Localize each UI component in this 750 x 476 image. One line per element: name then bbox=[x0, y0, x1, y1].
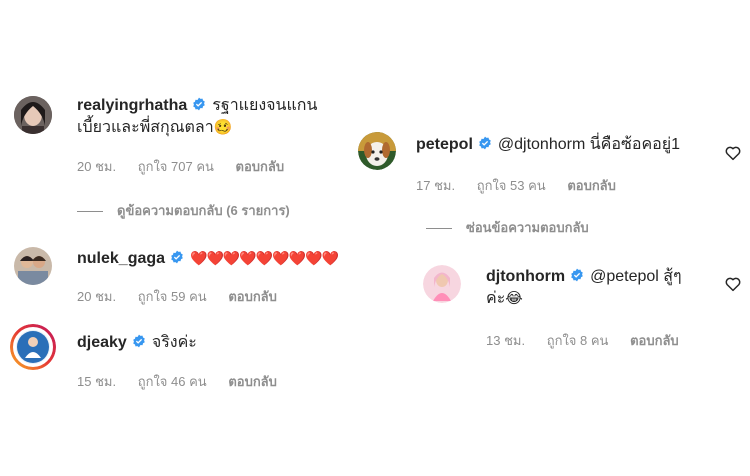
left-comment-panel: realyingrhatha รฐาแยงจนแกน เบี้ยวและพี่สก… bbox=[0, 70, 392, 410]
reply-djtonhorm: djtonhorm @petepol สู้ๆ ค่ะ😂 13 ชม. ถูกใจ… bbox=[338, 255, 750, 350]
reply-button[interactable]: ตอบกลับ bbox=[228, 374, 277, 389]
comment-text-line1: รฐาแยงจนแกน bbox=[212, 97, 318, 114]
comment-meta: 17 ชม. ถูกใจ 53 คน ตอบกลับ bbox=[416, 175, 634, 196]
timestamp: 20 ชม. bbox=[77, 159, 117, 174]
avatar-photo bbox=[423, 265, 461, 303]
likes-count[interactable]: ถูกใจ 59 คน bbox=[138, 289, 207, 304]
avatar-photo bbox=[358, 132, 396, 170]
avatar[interactable] bbox=[14, 247, 52, 285]
avatar-photo bbox=[14, 96, 52, 134]
avatar[interactable] bbox=[10, 324, 56, 370]
emoji: 🥴 bbox=[213, 119, 233, 136]
timestamp: 20 ชม. bbox=[77, 289, 117, 304]
comment-text: นี่คือซ้อคอยู่1 bbox=[589, 136, 681, 153]
likes-count[interactable]: ถูกใจ 8 คน bbox=[547, 333, 609, 348]
timestamp: 15 ชม. bbox=[77, 374, 117, 389]
comment-djeaky: djeaky จริงค่ะ 15 ชม. ถูกใจ 46 คน ตอบกลับ bbox=[0, 318, 392, 398]
timestamp: 13 ชม. bbox=[486, 333, 526, 348]
comment-realyingrhatha: realyingrhatha รฐาแยงจนแกน เบี้ยวและพี่สก… bbox=[0, 70, 392, 190]
view-replies-label: ดูข้อความตอบกลับ (6 รายการ) bbox=[117, 203, 290, 218]
comment-text-line2: เบี้ยวและพี่สกุณตลา bbox=[77, 119, 214, 136]
emoji: 😂 bbox=[505, 290, 523, 307]
comment-petepol: petepol @djtonhorm นี่คือซ้อคอยู่1 17 ชม.… bbox=[338, 120, 750, 200]
verified-badge-icon bbox=[193, 97, 206, 111]
comment-text: สู้ๆ bbox=[663, 268, 682, 285]
username[interactable]: realyingrhatha bbox=[77, 97, 187, 114]
verified-badge-icon bbox=[171, 250, 183, 264]
heart-icon[interactable] bbox=[724, 144, 742, 162]
verified-badge-icon bbox=[479, 136, 491, 150]
comment-meta: 15 ชม. ถูกใจ 46 คน ตอบกลับ bbox=[77, 371, 295, 392]
comment-text-line2: ค่ะ bbox=[486, 290, 506, 307]
mention-link[interactable]: @djtonhorm bbox=[498, 136, 585, 153]
likes-count[interactable]: ถูกใจ 707 คน bbox=[138, 159, 214, 174]
avatar[interactable] bbox=[14, 96, 52, 134]
likes-count[interactable]: ถูกใจ 46 คน bbox=[138, 374, 207, 389]
username[interactable]: petepol bbox=[416, 136, 473, 153]
comment-meta: 20 ชม. ถูกใจ 707 คน ตอบกลับ bbox=[77, 156, 302, 177]
avatar-story-ring bbox=[10, 324, 56, 370]
hide-replies-button[interactable]: ซ่อนข้อความตอบกลับ bbox=[426, 217, 589, 238]
thread-line bbox=[426, 228, 452, 230]
reply-button[interactable]: ตอบกลับ bbox=[236, 159, 285, 174]
avatar[interactable] bbox=[358, 132, 396, 170]
thread-line bbox=[77, 211, 103, 213]
likes-count[interactable]: ถูกใจ 53 คน bbox=[477, 178, 546, 193]
hide-replies-label: ซ่อนข้อความตอบกลับ bbox=[466, 220, 589, 235]
mention-link[interactable]: @petepol bbox=[590, 268, 659, 285]
comment-meta: 13 ชม. ถูกใจ 8 คน ตอบกลับ bbox=[486, 330, 697, 351]
comment-text: ❤️❤️❤️❤️❤️❤️❤️❤️❤️ bbox=[190, 250, 339, 266]
view-replies-button[interactable]: ดูข้อความตอบกลับ (6 รายการ) bbox=[77, 200, 290, 221]
reply-button[interactable]: ตอบกลับ bbox=[228, 289, 277, 304]
username[interactable]: djtonhorm bbox=[486, 268, 565, 285]
reply-button[interactable]: ตอบกลับ bbox=[630, 333, 679, 348]
username[interactable]: nulek_gaga bbox=[77, 250, 165, 267]
timestamp: 17 ชม. bbox=[416, 178, 456, 193]
username[interactable]: djeaky bbox=[77, 334, 127, 351]
comment-meta: 20 ชม. ถูกใจ 59 คน ตอบกลับ bbox=[77, 286, 295, 307]
comment-text: จริงค่ะ bbox=[151, 334, 197, 351]
avatar[interactable] bbox=[423, 265, 461, 303]
avatar-photo bbox=[14, 247, 52, 285]
reply-button[interactable]: ตอบกลับ bbox=[567, 178, 616, 193]
heart-icon[interactable] bbox=[724, 275, 742, 293]
comment-nulek-gaga: nulek_gaga ❤️❤️❤️❤️❤️❤️❤️❤️❤️ 20 ชม. ถูกใ… bbox=[0, 235, 392, 310]
right-comment-panel: petepol @djtonhorm นี่คือซ้อคอยู่1 17 ชม.… bbox=[338, 120, 750, 352]
verified-badge-icon bbox=[571, 268, 583, 282]
verified-badge-icon bbox=[133, 334, 145, 348]
